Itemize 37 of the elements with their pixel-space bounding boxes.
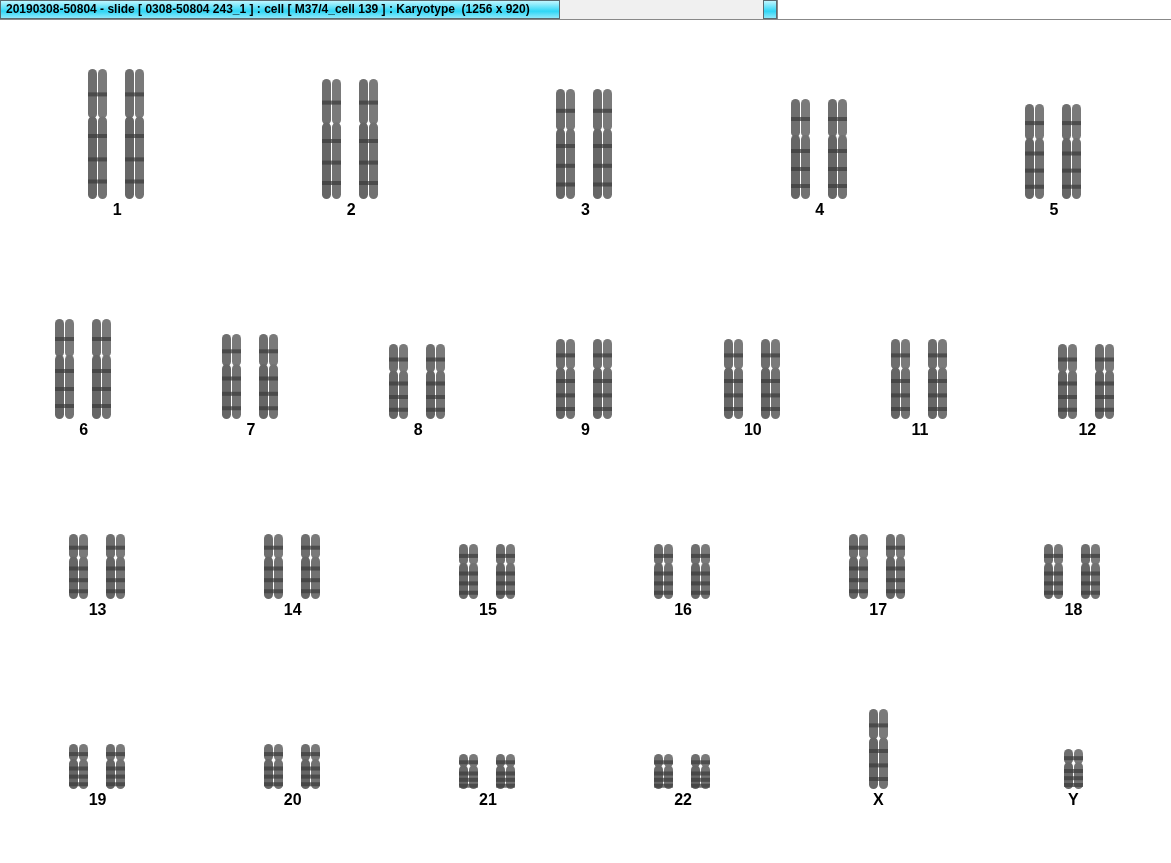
chromosome-number: 19 [88, 791, 107, 809]
window-title: 20190308-50804 - slide [ 0308-50804 243_1 ] : cell [ M37/4_cell 139 ] : Karyotype (1256 x 920) [0, 0, 560, 19]
chromosome-number: 7 [246, 421, 256, 439]
chromosome-number: 16 [674, 601, 692, 619]
chromosome-number: 3 [581, 201, 590, 219]
chromosome-pair-drawing [263, 534, 322, 599]
chromosome-pair-drawing [263, 744, 322, 789]
chromosome-number: 4 [815, 201, 825, 219]
chromosome-pair-drawing [654, 754, 713, 789]
chromosome-number: 21 [479, 791, 497, 809]
chromosome-number: 5 [1049, 201, 1059, 219]
chromosome-number: 6 [79, 421, 89, 439]
chromosome-number: 14 [283, 601, 302, 619]
chromosome-number: 1 [112, 201, 122, 219]
chromosome-number: 8 [413, 421, 423, 439]
chromosome-pair-drawing [68, 744, 127, 789]
title-bar-indicator [763, 0, 777, 19]
chromosome-number: 17 [869, 601, 888, 619]
chromosome-drawing [1063, 749, 1083, 789]
chromosome-number: 12 [1078, 421, 1097, 439]
chromosome-number: 2 [346, 201, 356, 219]
chromosome-number: Y [1068, 791, 1079, 809]
chromosome-pair-drawing [458, 544, 517, 599]
chromosome-number: 18 [1064, 601, 1083, 619]
chromosome-number: X [872, 791, 884, 809]
chromosome-number: 9 [581, 421, 590, 439]
chromosome-pair-drawing [849, 534, 908, 599]
chromosome-number: 13 [88, 601, 107, 619]
chromosome-number: 22 [674, 791, 692, 809]
chromosome-number: 20 [283, 791, 302, 809]
chromosome-number: 15 [479, 601, 497, 619]
chromosome-pair-drawing [1044, 544, 1103, 599]
chromosome-number: 11 [911, 421, 929, 439]
chromosome-pair-drawing [654, 544, 713, 599]
chromosome-pair-drawing [458, 754, 517, 789]
chromosome-pair-drawing [68, 534, 127, 599]
chromosome-number: 10 [743, 421, 762, 439]
